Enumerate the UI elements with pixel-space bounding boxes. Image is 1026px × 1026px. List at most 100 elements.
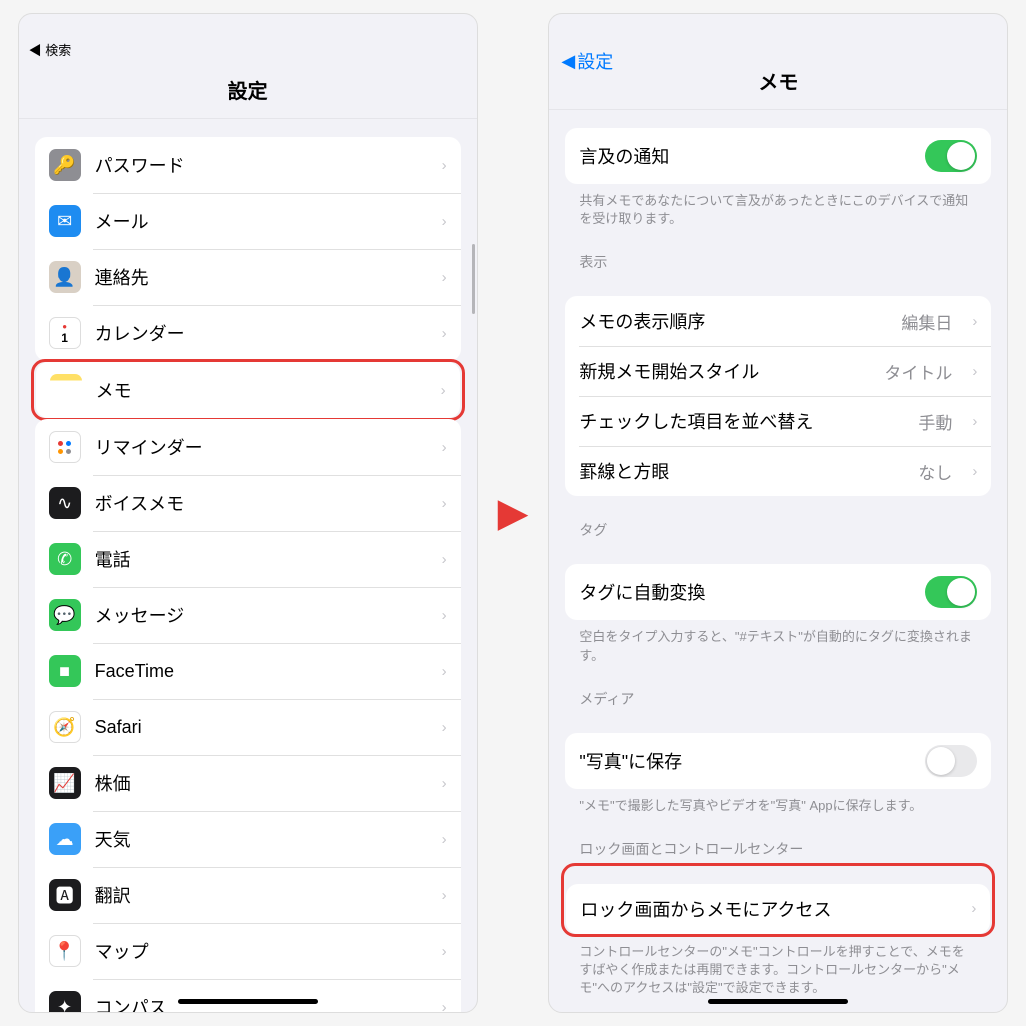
chevron-right-icon: › [442, 607, 447, 624]
lock-screen-access-row[interactable]: ロック画面からメモにアクセス › [566, 884, 990, 934]
chevron-right-icon: › [971, 900, 976, 917]
display-section-header: 表示 [565, 228, 991, 278]
home-indicator[interactable] [708, 999, 848, 1004]
settings-row-phone[interactable]: ✆ 電話 › [35, 531, 461, 587]
notes-settings-screen: ◀ 設定 メモ 言及の通知 共有メモであなたについて言及があったときにこのデバイ… [548, 13, 1008, 1013]
reminders-icon [49, 431, 81, 463]
tag-auto-convert-row[interactable]: タグに自動変換 [565, 564, 991, 620]
chevron-right-icon: › [442, 775, 447, 792]
settings-row-key[interactable]: 🔑パスワード› [35, 137, 461, 193]
tag-toggle[interactable] [925, 576, 977, 608]
media-section-header: メディア [565, 665, 991, 715]
voice-icon: ∿ [49, 487, 81, 519]
safari-icon: 🧭 [49, 711, 81, 743]
lock-section-header: ロック画面とコントロールセンター [565, 815, 991, 865]
status-bar [19, 14, 477, 38]
row-label: カレンダー [95, 320, 422, 346]
chevron-right-icon: › [442, 551, 447, 568]
row-label: Safari [95, 717, 422, 738]
chevron-right-icon: › [442, 999, 447, 1013]
tag-section-header: タグ [565, 496, 991, 546]
settings-row-voice[interactable]: ∿ ボイスメモ › [35, 475, 461, 531]
maps-icon: 📍 [49, 935, 81, 967]
row-label: ボイスメモ [95, 490, 422, 516]
settings-row-mail[interactable]: ✉︎メール› [35, 193, 461, 249]
tag-footer: 空白をタイプ入力すると、"#テキスト"が自動的にタグに変換されます。 [565, 620, 991, 664]
row-label: メモの表示順序 [579, 308, 887, 334]
photos-toggle[interactable] [925, 745, 977, 777]
row-label: 言及の通知 [579, 143, 911, 169]
mention-footer: 共有メモであなたについて言及があったときにこのデバイスで通知を受け取ります。 [565, 184, 991, 228]
header: ◀ 設定 メモ [549, 38, 1007, 110]
notes-highlight: メモ › [31, 359, 465, 421]
translate-icon: 🅰 [49, 879, 81, 911]
row-value: タイトル [884, 359, 952, 384]
display-row[interactable]: 罫線と方眼なし › [565, 446, 991, 496]
chevron-right-icon: › [972, 363, 977, 380]
weather-icon: ☁︎ [49, 823, 81, 855]
settings-row-contacts[interactable]: 👤連絡先› [35, 249, 461, 305]
page-title: メモ [549, 66, 1007, 95]
key-icon: 🔑 [49, 149, 81, 181]
scrollbar[interactable] [472, 244, 475, 314]
chevron-right-icon: › [442, 887, 447, 904]
chevron-right-icon: › [442, 439, 447, 456]
row-label: 株価 [95, 770, 422, 796]
chevron-left-icon: ◀ [561, 51, 575, 72]
lock-highlight: ロック画面からメモにアクセス › [561, 863, 995, 937]
settings-row-calendar[interactable]: ●1カレンダー› [35, 305, 461, 361]
row-label: 新規メモ開始スタイル [579, 358, 870, 384]
phone-icon: ✆ [49, 543, 81, 575]
home-indicator[interactable] [178, 999, 318, 1004]
notes-icon [50, 374, 82, 406]
status-bar [549, 14, 1007, 38]
settings-row-reminders[interactable]: リマインダー › [35, 419, 461, 475]
back-to-search[interactable]: ◀ 検索 [19, 38, 477, 65]
chevron-right-icon: › [442, 495, 447, 512]
mention-toggle[interactable] [925, 140, 977, 172]
settings-row-stocks[interactable]: 📈 株価 › [35, 755, 461, 811]
save-to-photos-row[interactable]: "写真"に保存 [565, 733, 991, 789]
header: 設定 [19, 65, 477, 119]
back-button[interactable]: ◀ 設定 [561, 48, 613, 74]
settings-row-maps[interactable]: 📍マップ› [35, 923, 461, 979]
row-label: メモ [96, 377, 421, 403]
chevron-right-icon: › [972, 313, 977, 330]
mention-notification-row[interactable]: 言及の通知 [565, 128, 991, 184]
row-label: 天気 [95, 826, 422, 852]
chevron-right-icon: › [972, 463, 977, 480]
settings-row-ft[interactable]: ■FaceTime› [35, 643, 461, 699]
row-label: 翻訳 [95, 882, 422, 908]
display-row[interactable]: チェックした項目を並べ替え手動 › [565, 396, 991, 446]
row-label: パスワード [95, 152, 422, 178]
row-label: 罫線と方眼 [579, 458, 904, 484]
chevron-right-icon: › [441, 382, 446, 399]
chevron-right-icon: › [972, 413, 977, 430]
row-label: チェックした項目を並べ替え [579, 408, 904, 434]
row-label: リマインダー [95, 434, 422, 460]
display-row[interactable]: 新規メモ開始スタイルタイトル › [565, 346, 991, 396]
chevron-right-icon: › [442, 213, 447, 230]
settings-row-notes[interactable]: メモ › [36, 362, 460, 418]
arrow-icon: ▶ [498, 490, 529, 536]
row-value: なし [918, 459, 952, 484]
settings-row-translate[interactable]: 🅰 翻訳 › [35, 867, 461, 923]
stocks-icon: 📈 [49, 767, 81, 799]
settings-row-msg[interactable]: 💬メッセージ› [35, 587, 461, 643]
row-label: タグに自動変換 [579, 579, 911, 605]
mail-icon: ✉︎ [49, 205, 81, 237]
settings-list: 🔑パスワード›✉︎メール›👤連絡先›●1カレンダー›メモ›リマインダー›∿ボイス… [19, 119, 477, 1012]
row-label: 電話 [95, 546, 422, 572]
display-row[interactable]: メモの表示順序編集日 › [565, 296, 991, 346]
chevron-right-icon: › [442, 719, 447, 736]
row-value: 編集日 [901, 309, 952, 334]
lock-footer: コントロールセンターの"メモ"コントロールを押すことで、メモをすばやく作成または… [565, 935, 991, 998]
row-value: 手動 [918, 409, 952, 434]
row-label: ロック画面からメモにアクセス [580, 896, 951, 922]
compass-icon: ✦ [49, 991, 81, 1012]
settings-row-compass[interactable]: ✦コンパス› [35, 979, 461, 1012]
back-label: 設定 [577, 48, 613, 74]
row-label: "写真"に保存 [579, 748, 911, 774]
settings-row-safari[interactable]: 🧭 Safari › [35, 699, 461, 755]
settings-row-weather[interactable]: ☁︎天気› [35, 811, 461, 867]
